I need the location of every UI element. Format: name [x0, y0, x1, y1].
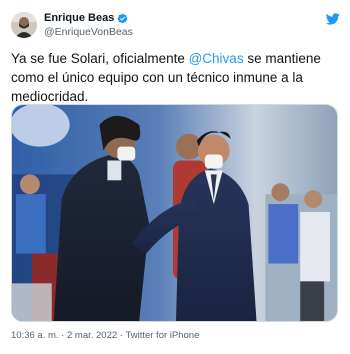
- tweet-source[interactable]: Twitter for iPhone: [125, 330, 199, 341]
- avatar[interactable]: [11, 12, 37, 38]
- tweet-text-before: Ya se fue Solari, oficialmente: [11, 51, 189, 66]
- author-name-row[interactable]: Enrique Beas: [44, 12, 128, 24]
- twitter-bird-icon[interactable]: [326, 13, 340, 25]
- tweet-text: Ya se fue Solari, oficialmente @Chivas s…: [11, 49, 341, 106]
- tweet-meta: 10:36 a. m. · 2 mar. 2022 · Twitter for …: [11, 330, 199, 341]
- photo-image: [12, 105, 337, 321]
- tweet-time[interactable]: 10:36 a. m.: [11, 330, 59, 341]
- tweet-card: Enrique Beas @EnriqueVonBeas Ya se fue S…: [0, 0, 350, 354]
- avatar-image: [11, 12, 37, 38]
- author-handle[interactable]: @EnriqueVonBeas: [44, 26, 133, 38]
- author-name[interactable]: Enrique Beas: [44, 12, 114, 24]
- tweet-photo[interactable]: [11, 104, 338, 322]
- meta-separator: ·: [58, 330, 67, 341]
- verified-badge-icon: [118, 13, 128, 23]
- tweet-date[interactable]: 2 mar. 2022: [67, 330, 117, 341]
- mention-link[interactable]: @Chivas: [189, 51, 244, 66]
